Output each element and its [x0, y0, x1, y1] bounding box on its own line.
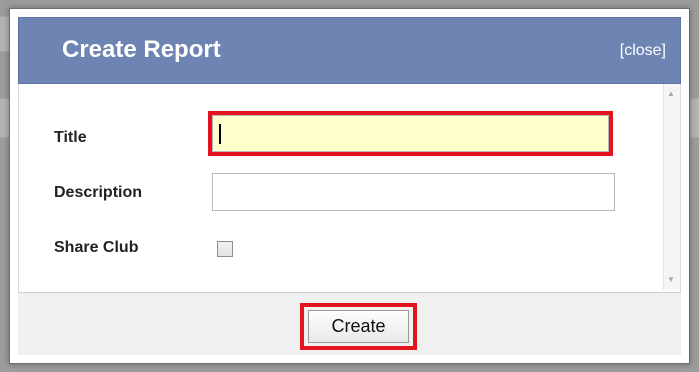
description-label: Description — [54, 184, 143, 201]
content-scrollbar[interactable]: ▲ ▼ — [663, 84, 680, 290]
dialog-header: Create Report [close] — [18, 17, 681, 84]
create-button[interactable]: Create — [308, 310, 409, 343]
dialog-content: Title Description Share Club ▲ ▼ — [18, 84, 681, 292]
close-link[interactable]: [close] — [620, 42, 666, 60]
share-club-label: Share Club — [54, 239, 139, 256]
dialog-title: Create Report — [62, 36, 221, 63]
title-label: Title — [54, 129, 87, 146]
dialog-footer: Create — [18, 292, 681, 355]
title-input-highlight — [208, 111, 613, 156]
description-input[interactable] — [212, 173, 615, 211]
share-club-checkbox[interactable] — [217, 241, 233, 257]
create-report-dialog: Create Report [close] Title Description … — [9, 8, 690, 364]
background-control — [690, 98, 699, 138]
scroll-up-arrow-icon[interactable]: ▲ — [667, 90, 675, 98]
scroll-down-arrow-icon[interactable]: ▼ — [667, 276, 675, 284]
